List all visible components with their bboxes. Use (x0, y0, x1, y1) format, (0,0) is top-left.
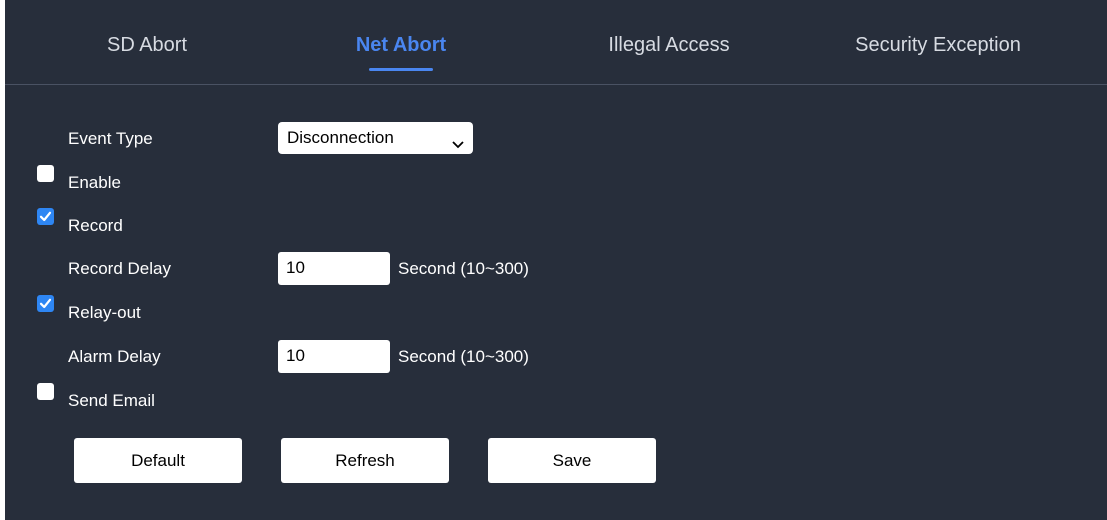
event-type-select[interactable]: Disconnection (278, 122, 473, 154)
record-delay-label: Record Delay (68, 259, 171, 278)
record-checkbox[interactable] (37, 208, 54, 225)
enable-checkbox[interactable] (37, 165, 54, 182)
relay-out-label: Relay-out (68, 303, 141, 322)
refresh-button[interactable]: Refresh (281, 438, 449, 483)
alarm-delay-input[interactable]: 10 (278, 340, 390, 373)
tab-sd-abort[interactable]: SD Abort (107, 34, 187, 57)
tab-net-abort[interactable]: Net Abort (356, 34, 446, 57)
net-abort-settings-panel: SD Abort Net Abort Illegal Access Securi… (5, 0, 1107, 520)
chevron-down-icon (452, 134, 464, 154)
event-type-label: Event Type (68, 129, 153, 148)
checkmark-icon (39, 211, 52, 222)
send-email-label: Send Email (68, 391, 155, 410)
record-delay-input[interactable]: 10 (278, 252, 390, 285)
tab-security-exception[interactable]: Security Exception (855, 34, 1021, 57)
enable-label: Enable (68, 173, 121, 192)
alarm-delay-unit: Second (10~300) (398, 347, 529, 366)
save-button[interactable]: Save (488, 438, 656, 483)
record-label: Record (68, 216, 123, 235)
alarm-delay-label: Alarm Delay (68, 347, 161, 366)
active-tab-indicator (369, 68, 433, 71)
tab-illegal-access[interactable]: Illegal Access (608, 34, 729, 57)
tab-bar: SD Abort Net Abort Illegal Access Securi… (5, 0, 1107, 85)
default-button[interactable]: Default (74, 438, 242, 483)
checkmark-icon (39, 298, 52, 309)
event-type-value: Disconnection (287, 128, 394, 147)
relay-out-checkbox[interactable] (37, 295, 54, 312)
record-delay-unit: Second (10~300) (398, 259, 529, 278)
send-email-checkbox[interactable] (37, 383, 54, 400)
